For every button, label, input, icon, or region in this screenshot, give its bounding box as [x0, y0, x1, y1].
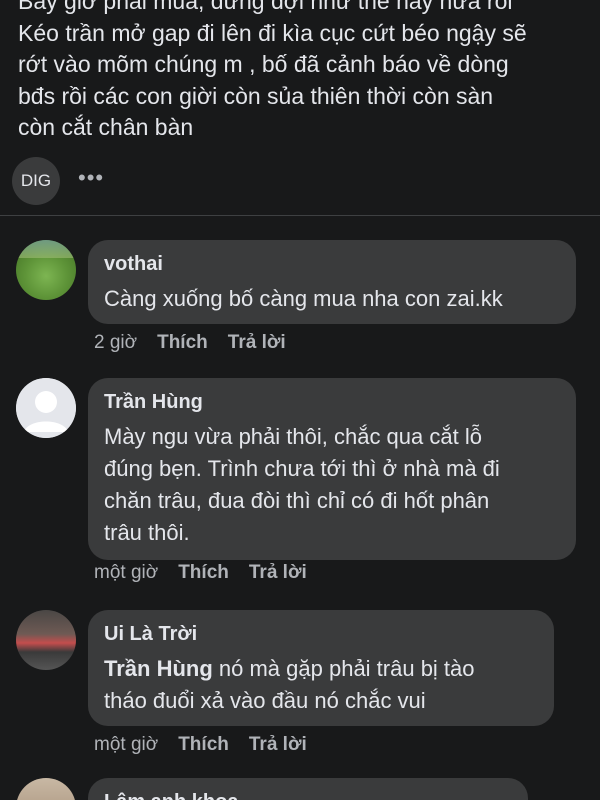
default-avatar-icon [16, 378, 76, 438]
avatar[interactable] [16, 610, 76, 670]
comment-bubble[interactable]: Trần Hùng Mày ngu vừa phải thôi, chắc qu… [88, 378, 576, 560]
comment-text-line: tháo đuổi xả vào đầu nó chắc vui [104, 688, 426, 713]
comment-author[interactable]: Lâm anh khoa [104, 790, 512, 800]
post-text: Bây giờ phải mua, đừng đợi như thế này n… [18, 0, 590, 144]
like-button[interactable]: Thích [157, 332, 208, 354]
more-options-icon[interactable]: ••• [78, 167, 104, 189]
mention-link[interactable]: Trần Hùng [104, 656, 213, 681]
reply-button[interactable]: Trả lời [249, 562, 307, 584]
comment-author[interactable]: Trần Hùng [104, 390, 560, 414]
comment-actions: một giờ Thích Trả lời [94, 734, 307, 756]
reply-button[interactable]: Trả lời [249, 734, 307, 756]
comment-time[interactable]: 2 giờ [94, 332, 137, 354]
post-line: rớt vào mõm chúng m , bố đã cảnh báo về … [18, 51, 509, 77]
comment-thread-page: Bây giờ phải mua, đừng đợi như thế này n… [0, 0, 600, 800]
comment-time[interactable]: một giờ [94, 562, 158, 584]
comment-bubble[interactable]: Ui Là Trời Trần Hùng nó mà gặp phải trâu… [88, 610, 554, 726]
comment-text-segment: nó mà gặp phải trâu bị tào [212, 656, 475, 681]
like-button[interactable]: Thích [178, 562, 229, 584]
comment-actions: một giờ Thích Trả lời [94, 562, 307, 584]
commenter-avatar[interactable]: DIG [12, 157, 60, 205]
reaction-bar: DIG ••• [12, 157, 104, 205]
comment-time[interactable]: một giờ [94, 734, 158, 756]
comment-text: Trần Hùng nó mà gặp phải trâu bị tào thá… [104, 653, 538, 717]
comment-bubble[interactable]: Lâm anh khoa [88, 778, 528, 800]
avatar[interactable] [16, 240, 76, 300]
post-line: Kéo trần mở gap đi lên đi kìa cục cứt bé… [18, 19, 527, 46]
post-line: còn cắt chân bàn [18, 114, 194, 140]
like-button[interactable]: Thích [178, 734, 229, 756]
comment-text-line: Càng xuống bố càng mua nha con zai.kk [104, 286, 503, 311]
comment-author[interactable]: vothai [104, 252, 560, 276]
divider [0, 215, 600, 216]
comment-text-line: trâu thôi. [104, 520, 190, 545]
comment-text-line: Trần Hùng nó mà gặp phải trâu bị tào [104, 653, 538, 685]
comment-text-line: đúng bẹn. Trình chưa tới thì ở nhà mà đi [104, 456, 500, 481]
comment-text: Mày ngu vừa phải thôi, chắc qua cắt lỗ đ… [104, 421, 560, 549]
post-line: Bây giờ phải mua, đừng đợi như thế này n… [18, 0, 513, 14]
comment-text-line: chăn trâu, đua đòi thì chỉ có đi hốt phâ… [104, 488, 490, 513]
avatar[interactable] [16, 378, 76, 438]
comment-author[interactable]: Ui Là Trời [104, 622, 538, 646]
comment-bubble[interactable]: vothai Càng xuống bố càng mua nha con za… [88, 240, 576, 324]
comment-text: Càng xuống bố càng mua nha con zai.kk [104, 283, 560, 315]
reply-button[interactable]: Trả lời [228, 332, 286, 354]
comment-text-line: Mày ngu vừa phải thôi, chắc qua cắt lỗ [104, 424, 482, 449]
post-line: bđs rồi các con giời còn sủa thiên thời … [18, 82, 494, 109]
avatar[interactable] [16, 778, 76, 800]
comment-actions: 2 giờ Thích Trả lời [94, 332, 286, 354]
